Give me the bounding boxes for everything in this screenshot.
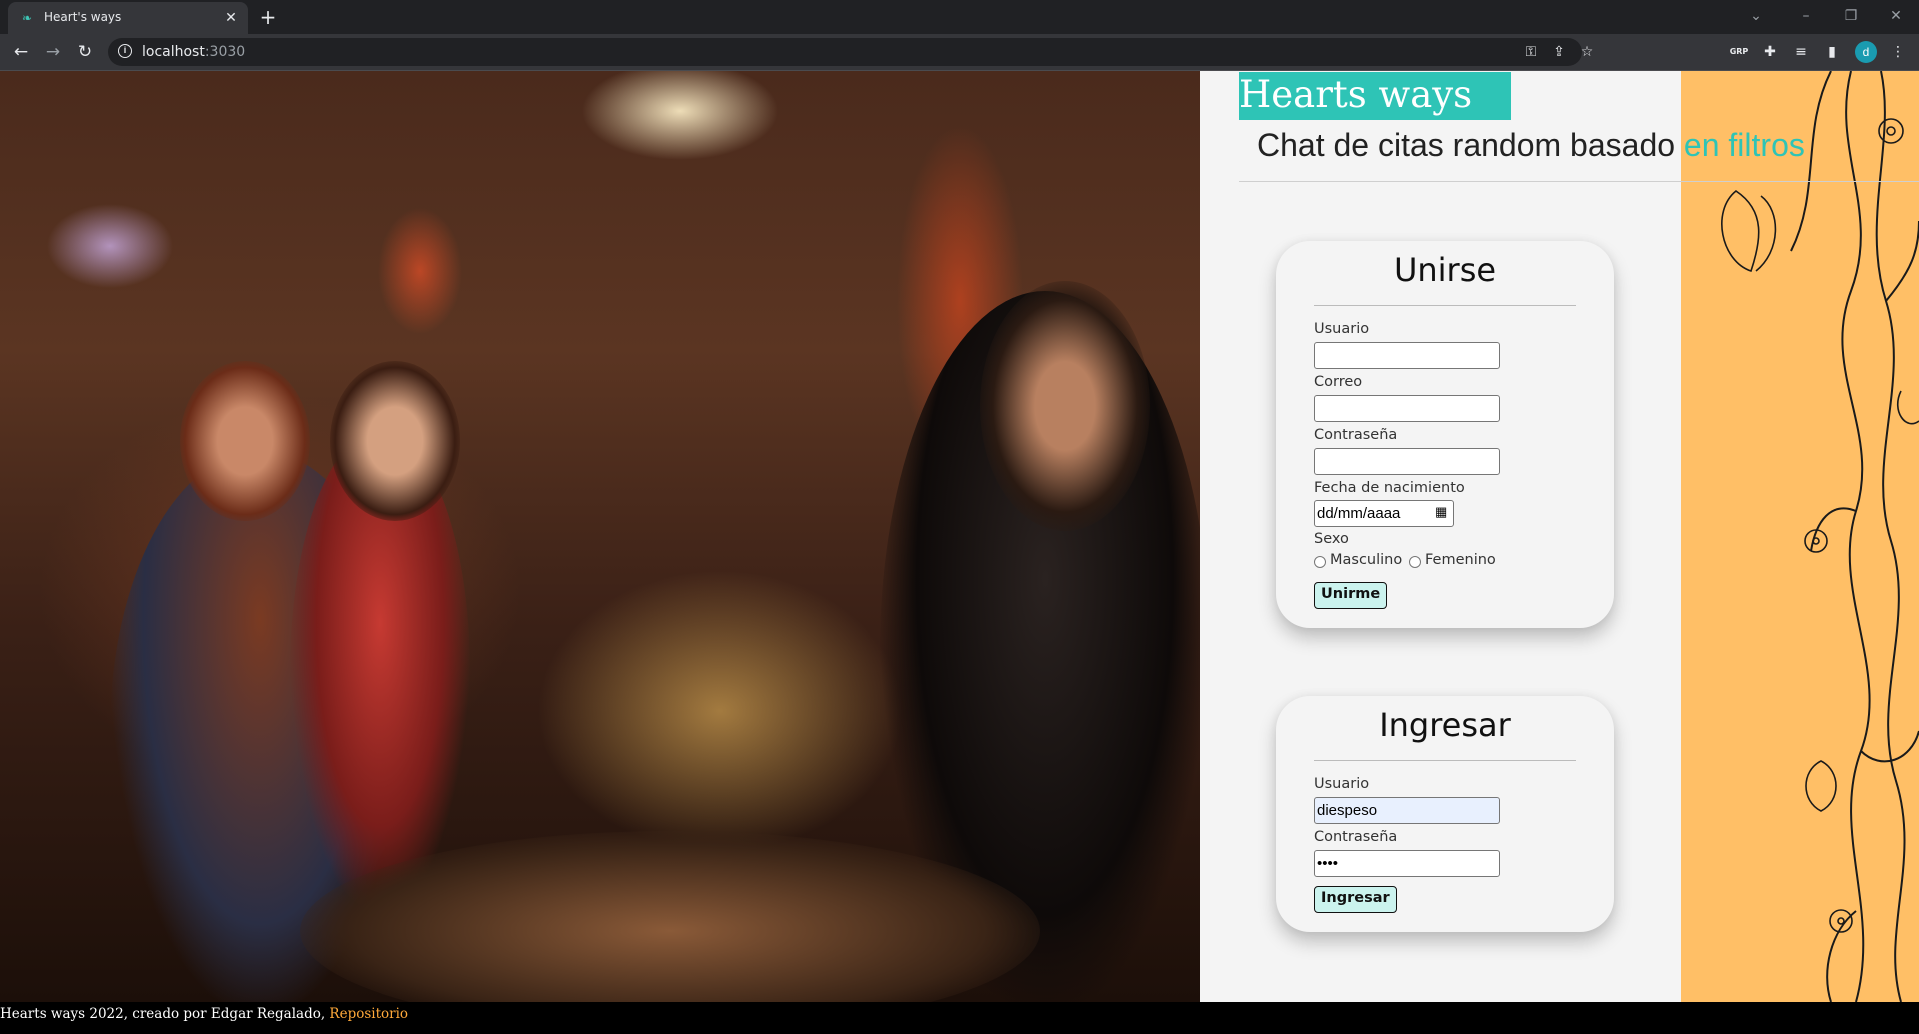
hero-photo bbox=[0, 71, 1200, 1002]
side-panel-icon[interactable]: ▮ bbox=[1820, 40, 1844, 64]
vine-illustration bbox=[1721, 71, 1919, 1002]
share-icon[interactable]: ⇪ bbox=[1548, 41, 1570, 63]
site-title: Hearts ways bbox=[1239, 73, 1473, 116]
key-icon[interactable]: ⚿ bbox=[1520, 41, 1542, 63]
repository-link[interactable]: Repositorio bbox=[329, 1006, 408, 1022]
header-divider bbox=[1239, 181, 1919, 182]
birthdate-label: Fecha de nacimiento bbox=[1314, 480, 1465, 496]
footer: Hearts ways 2022, creado por Edgar Regal… bbox=[0, 1002, 1919, 1034]
profile-avatar[interactable]: d bbox=[1855, 41, 1877, 63]
footer-text: Hearts ways 2022, creado por Edgar Regal… bbox=[0, 1006, 409, 1022]
birthdate-placeholder: dd/mm/aaaa bbox=[1317, 505, 1401, 522]
signup-title: Unirse bbox=[1393, 251, 1497, 289]
login-title: Ingresar bbox=[1379, 706, 1511, 744]
radio-femenino[interactable] bbox=[1409, 556, 1421, 568]
reload-icon[interactable]: ↻ bbox=[73, 40, 97, 64]
signup-card: Unirse Usuario Correo Contraseña Fecha d… bbox=[1276, 241, 1614, 628]
site-subtitle: Chat de citas random basado en filtros bbox=[1257, 127, 1805, 163]
page-content: Hearts ways Chat de citas random basado … bbox=[0, 71, 1919, 1002]
signup-user-input[interactable] bbox=[1314, 342, 1500, 369]
signup-user-label: Usuario bbox=[1314, 321, 1370, 337]
radio-masculino[interactable] bbox=[1314, 556, 1326, 568]
signup-submit-button[interactable]: Unirme bbox=[1314, 582, 1388, 609]
subtitle-accent: en filtros bbox=[1683, 127, 1805, 163]
browser-tab[interactable]: ❧ Heart's ways ✕ bbox=[8, 2, 248, 34]
grp-extension-icon[interactable]: GRP bbox=[1727, 40, 1751, 64]
forward-icon[interactable]: → bbox=[41, 40, 65, 64]
sex-label: Sexo bbox=[1314, 531, 1349, 547]
new-tab-icon[interactable]: + bbox=[256, 5, 280, 29]
browser-tab-bar: ❧ Heart's ways ✕ + ⌄ – ❐ ✕ bbox=[0, 0, 1919, 34]
floral-decoration-panel bbox=[1681, 71, 1919, 1002]
close-tab-icon[interactable]: ✕ bbox=[222, 9, 240, 27]
heart-logo-icon: ❧ bbox=[22, 11, 33, 25]
tab-title: Heart's ways bbox=[44, 10, 122, 24]
signup-email-label: Correo bbox=[1314, 374, 1363, 390]
signup-email-input[interactable] bbox=[1314, 395, 1500, 422]
radio-masculino-label: Masculino bbox=[1330, 552, 1403, 568]
close-window-icon[interactable]: ✕ bbox=[1881, 4, 1911, 28]
browser-toolbar: ← → ↻ i localhost:3030 ⚿ ⇪ ☆ GRP ✚ ≡ ▮ d… bbox=[0, 34, 1919, 70]
login-card: Ingresar Usuario diespeso Contraseña •••… bbox=[1276, 696, 1614, 932]
menu-kebab-icon[interactable]: ⋮ bbox=[1886, 40, 1910, 64]
birthdate-input[interactable]: dd/mm/aaaa ▦ bbox=[1314, 500, 1454, 527]
address-bar[interactable]: i localhost:3030 ⚿ ⇪ ☆ bbox=[108, 38, 1593, 66]
signup-password-label: Contraseña bbox=[1314, 427, 1398, 443]
back-icon[interactable]: ← bbox=[9, 40, 33, 64]
reading-list-icon[interactable]: ≡ bbox=[1789, 40, 1813, 64]
login-divider bbox=[1314, 760, 1576, 761]
signup-divider bbox=[1314, 305, 1576, 306]
bookmark-star-icon[interactable]: ☆ bbox=[1576, 41, 1598, 63]
url-text: localhost:3030 bbox=[142, 44, 246, 60]
login-password-label: Contraseña bbox=[1314, 829, 1398, 845]
login-submit-button[interactable]: Ingresar bbox=[1314, 886, 1397, 913]
radio-femenino-label: Femenino bbox=[1425, 552, 1496, 568]
signup-password-input[interactable] bbox=[1314, 448, 1500, 475]
login-user-input[interactable]: diespeso bbox=[1314, 797, 1500, 824]
site-info-icon[interactable]: i bbox=[118, 44, 132, 58]
tab-search-icon[interactable]: ⌄ bbox=[1741, 4, 1771, 28]
login-user-label: Usuario bbox=[1314, 776, 1370, 792]
minimize-icon[interactable]: – bbox=[1791, 4, 1821, 28]
restore-icon[interactable]: ❐ bbox=[1836, 4, 1866, 28]
calendar-icon[interactable]: ▦ bbox=[1435, 504, 1449, 519]
login-password-input[interactable]: •••• bbox=[1314, 850, 1500, 877]
extensions-puzzle-icon[interactable]: ✚ bbox=[1758, 40, 1782, 64]
